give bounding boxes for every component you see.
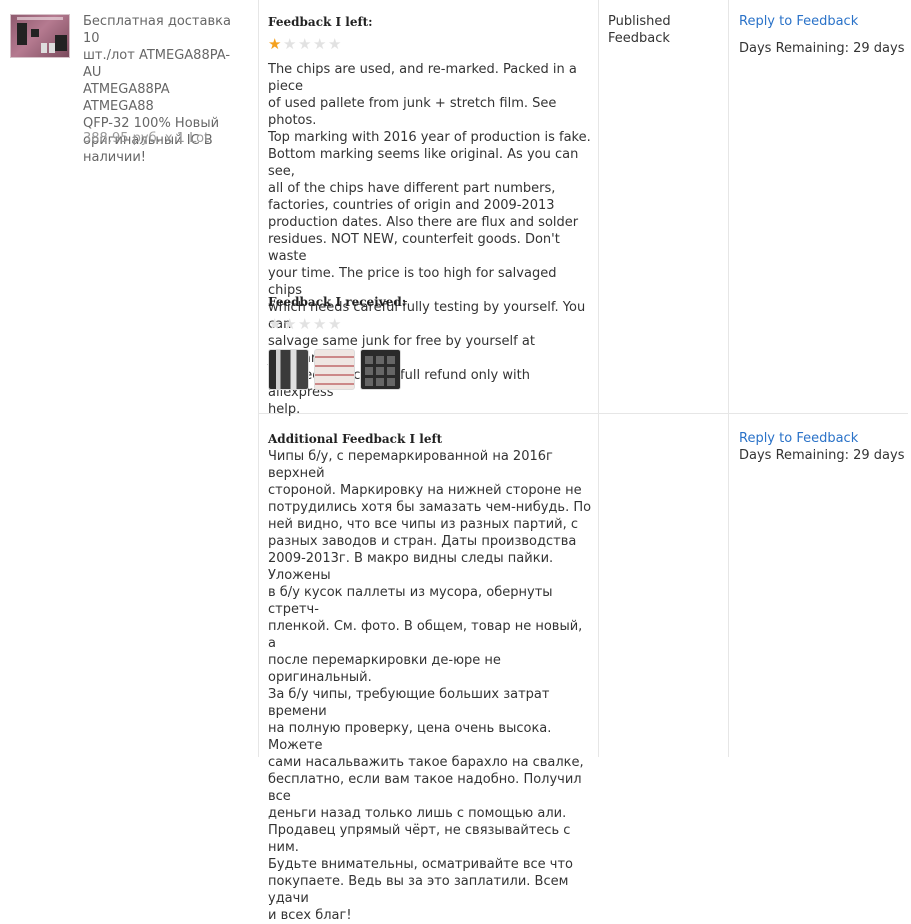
column-divider [258,0,259,757]
star-empty-icon: ★ [328,35,342,53]
feedback-photo-thumbnail[interactable] [314,349,355,390]
feedback-received-rating: ★ ★ ★ ★ ★ [268,315,342,333]
star-empty-icon: ★ [313,35,327,53]
star-empty-icon: ★ [283,35,297,53]
product-thumbnail[interactable] [10,14,70,58]
additional-days-remaining: Days Remaining: 29 days [739,448,905,463]
star-empty-icon: ★ [313,315,327,333]
feedback-status: Published Feedback [608,14,671,46]
feedback-photos [268,349,401,390]
days-remaining: Days Remaining: 29 days [739,41,905,56]
star-empty-icon: ★ [298,315,312,333]
product-price: 388,95 руб. x 1 Lot [83,131,210,146]
feedback-received-heading: Feedback I received: [268,295,407,309]
star-empty-icon: ★ [268,315,282,333]
star-empty-icon: ★ [283,315,297,333]
feedback-left-rating: ★ ★ ★ ★ ★ [268,35,342,53]
star-empty-icon: ★ [298,35,312,53]
feedback-left-heading: Feedback I left: [268,15,373,29]
feedback-photo-thumbnail[interactable] [360,349,401,390]
star-filled-icon: ★ [268,35,282,53]
feedback-photo-thumbnail[interactable] [268,349,309,390]
additional-feedback-text: Чипы б/у, с перемаркированной на 2016г в… [268,449,592,923]
column-divider [598,0,599,757]
additional-feedback-heading: Additional Feedback I left [268,432,443,446]
additional-reply-to-feedback-link[interactable]: Reply to Feedback [739,431,858,446]
column-divider [728,0,729,757]
star-empty-icon: ★ [328,315,342,333]
reply-to-feedback-link[interactable]: Reply to Feedback [739,14,858,29]
